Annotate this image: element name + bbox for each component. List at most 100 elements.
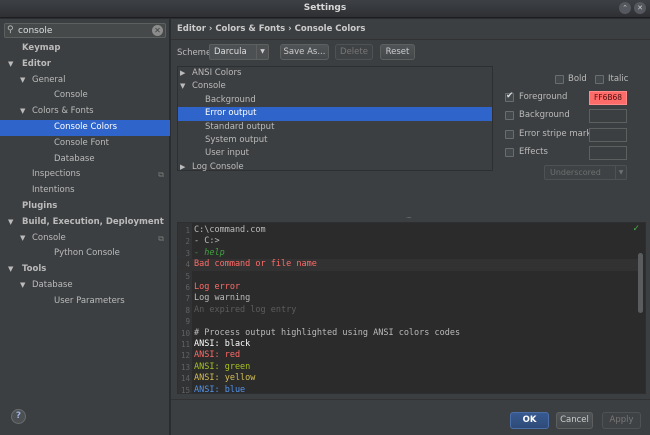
effect-type-select[interactable]: Underscored ▼	[544, 165, 627, 180]
window-title: Settings	[303, 3, 347, 13]
help-button[interactable]: ?	[11, 409, 26, 424]
maximize-button[interactable]: ⌃	[619, 2, 631, 14]
sidebar-item-label: Console Font	[54, 137, 109, 148]
expand-arrow-icon[interactable]: ▼	[20, 231, 25, 247]
preview-text: Log warning	[194, 293, 251, 304]
sidebar-item[interactable]: ▼ Database	[0, 278, 170, 294]
preview-line: 13 ANSI: green	[178, 362, 638, 373]
check-icon: ✓	[632, 224, 640, 234]
sidebar-item[interactable]: Keymap	[0, 41, 170, 57]
sidebar-item[interactable]: Console Colors	[0, 119, 170, 136]
background-checkbox[interactable]	[505, 111, 514, 120]
sidebar-item[interactable]: Console Font	[0, 136, 170, 152]
italic-label: Italic	[608, 74, 629, 84]
preview-text: ANSI: green	[194, 361, 251, 372]
sidebar-item-label: Console	[54, 90, 88, 101]
sidebar-item[interactable]: Inspections ⧉	[0, 167, 170, 183]
color-preview-editor[interactable]: 1 C:\command.com 2 - C:> 3 - help 4 Bad command…	[177, 222, 646, 394]
search-icon: ⚲	[7, 25, 14, 35]
preview-text: Bad command or file name	[194, 259, 317, 270]
cancel-button[interactable]: Cancel	[556, 412, 593, 429]
background-color-swatch[interactable]	[589, 109, 627, 123]
color-element-item[interactable]: User input	[178, 147, 492, 160]
effects-checkbox[interactable]	[505, 148, 514, 157]
sidebar-item-label: Database	[32, 279, 73, 290]
delete-button[interactable]: Delete	[335, 44, 373, 60]
splitter-handle[interactable]: ····	[177, 214, 646, 222]
color-element-item[interactable]: Standard output	[178, 121, 492, 134]
sidebar-item[interactable]: ▼ Colors & Fonts	[0, 104, 170, 120]
clear-icon[interactable]: ✕	[152, 25, 163, 36]
sidebar-item-label: Keymap	[22, 43, 61, 53]
preview-line: 9	[178, 316, 638, 327]
settings-tree: Keymap ▼ Editor ▼ General Console ▼ Colors & Fo…	[0, 41, 170, 310]
color-element-item[interactable]: Error output	[178, 107, 492, 121]
apply-button[interactable]: Apply	[602, 412, 641, 429]
sidebar-item[interactable]: Database	[0, 152, 170, 168]
sidebar-item-label: Inspections	[32, 169, 81, 180]
sidebar-item[interactable]: Plugins	[0, 199, 170, 215]
foreground-label: Foreground	[519, 92, 568, 102]
expand-arrow-icon[interactable]: ▶	[180, 67, 185, 80]
color-element-label: Background	[205, 94, 256, 105]
preview-text: - help	[194, 247, 225, 258]
color-element-item[interactable]: ▶ Log Console	[178, 161, 492, 174]
title-bar: Settings ⌃ ✕	[0, 0, 650, 18]
vertical-scrollbar[interactable]	[638, 253, 643, 313]
sidebar-item-label: User Parameters	[54, 295, 125, 306]
scheme-select[interactable]: Darcula ▼	[209, 44, 269, 60]
expand-arrow-icon[interactable]: ▼	[180, 80, 185, 93]
line-number: 2	[185, 237, 190, 247]
preview-line: 14 ANSI: yellow	[178, 373, 638, 384]
expand-arrow-icon[interactable]: ▼	[8, 57, 13, 73]
sidebar-item-label: Python Console	[54, 248, 120, 259]
sidebar-item[interactable]: ▼ General	[0, 73, 170, 89]
copy-icon: ⧉	[158, 233, 164, 243]
close-button[interactable]: ✕	[634, 2, 646, 14]
sidebar-item[interactable]: User Parameters	[0, 294, 170, 310]
divider	[171, 39, 650, 40]
color-element-item[interactable]: ▶ ANSI Colors	[178, 67, 492, 80]
expand-arrow-icon[interactable]: ▼	[20, 104, 25, 120]
search-input[interactable]: console	[18, 26, 52, 36]
bold-checkbox[interactable]	[555, 75, 564, 84]
expand-arrow-icon[interactable]: ▼	[20, 73, 25, 89]
expand-arrow-icon[interactable]: ▼	[20, 278, 25, 294]
color-element-item[interactable]: Background	[178, 94, 492, 107]
sidebar-item[interactable]: ▼ Editor	[0, 57, 170, 73]
preview-line: 6 Log error	[178, 282, 638, 293]
preview-text: Log error	[194, 282, 241, 292]
expand-arrow-icon[interactable]: ▼	[8, 215, 13, 231]
effects-color-swatch[interactable]	[589, 146, 627, 160]
sidebar-item[interactable]: Console	[0, 88, 170, 104]
preview-text: ANSI: black	[194, 339, 251, 349]
sidebar-item[interactable]: Python Console	[0, 246, 170, 262]
color-element-label: Log Console	[192, 161, 244, 172]
error-stripe-color-swatch[interactable]	[589, 128, 627, 142]
foreground-color-swatch[interactable]: FF6B68	[589, 91, 627, 105]
expand-arrow-icon[interactable]: ▶	[180, 161, 185, 174]
italic-checkbox[interactable]	[595, 75, 604, 84]
sidebar-item[interactable]: Intentions	[0, 183, 170, 199]
line-number: 7	[185, 294, 190, 304]
line-number: 6	[185, 283, 190, 292]
sidebar-item[interactable]: ▼ Console ⧉	[0, 231, 170, 247]
color-element-item[interactable]: System output	[178, 134, 492, 147]
line-number: 5	[185, 271, 190, 281]
line-number: 1	[185, 226, 190, 235]
effect-type-value: Underscored	[550, 168, 601, 177]
sidebar-item[interactable]: ▼ Tools	[0, 262, 170, 278]
color-element-item[interactable]: ▼ Console	[178, 80, 492, 93]
settings-search[interactable]: ⚲ console ✕	[4, 23, 166, 38]
sidebar-item[interactable]: ▼ Build, Execution, Deployment	[0, 215, 170, 231]
line-number: 4	[185, 260, 190, 270]
ok-button[interactable]: OK	[510, 412, 549, 429]
foreground-checkbox[interactable]	[505, 91, 514, 102]
reset-button[interactable]: Reset	[380, 44, 415, 60]
preview-line: 11 ANSI: black	[178, 339, 638, 350]
effects-label: Effects	[519, 147, 548, 157]
error-stripe-checkbox[interactable]	[505, 130, 514, 139]
expand-arrow-icon[interactable]: ▼	[8, 262, 13, 278]
sidebar-item-label: Build, Execution, Deployment	[22, 216, 164, 227]
save-as-button[interactable]: Save As...	[280, 44, 329, 60]
